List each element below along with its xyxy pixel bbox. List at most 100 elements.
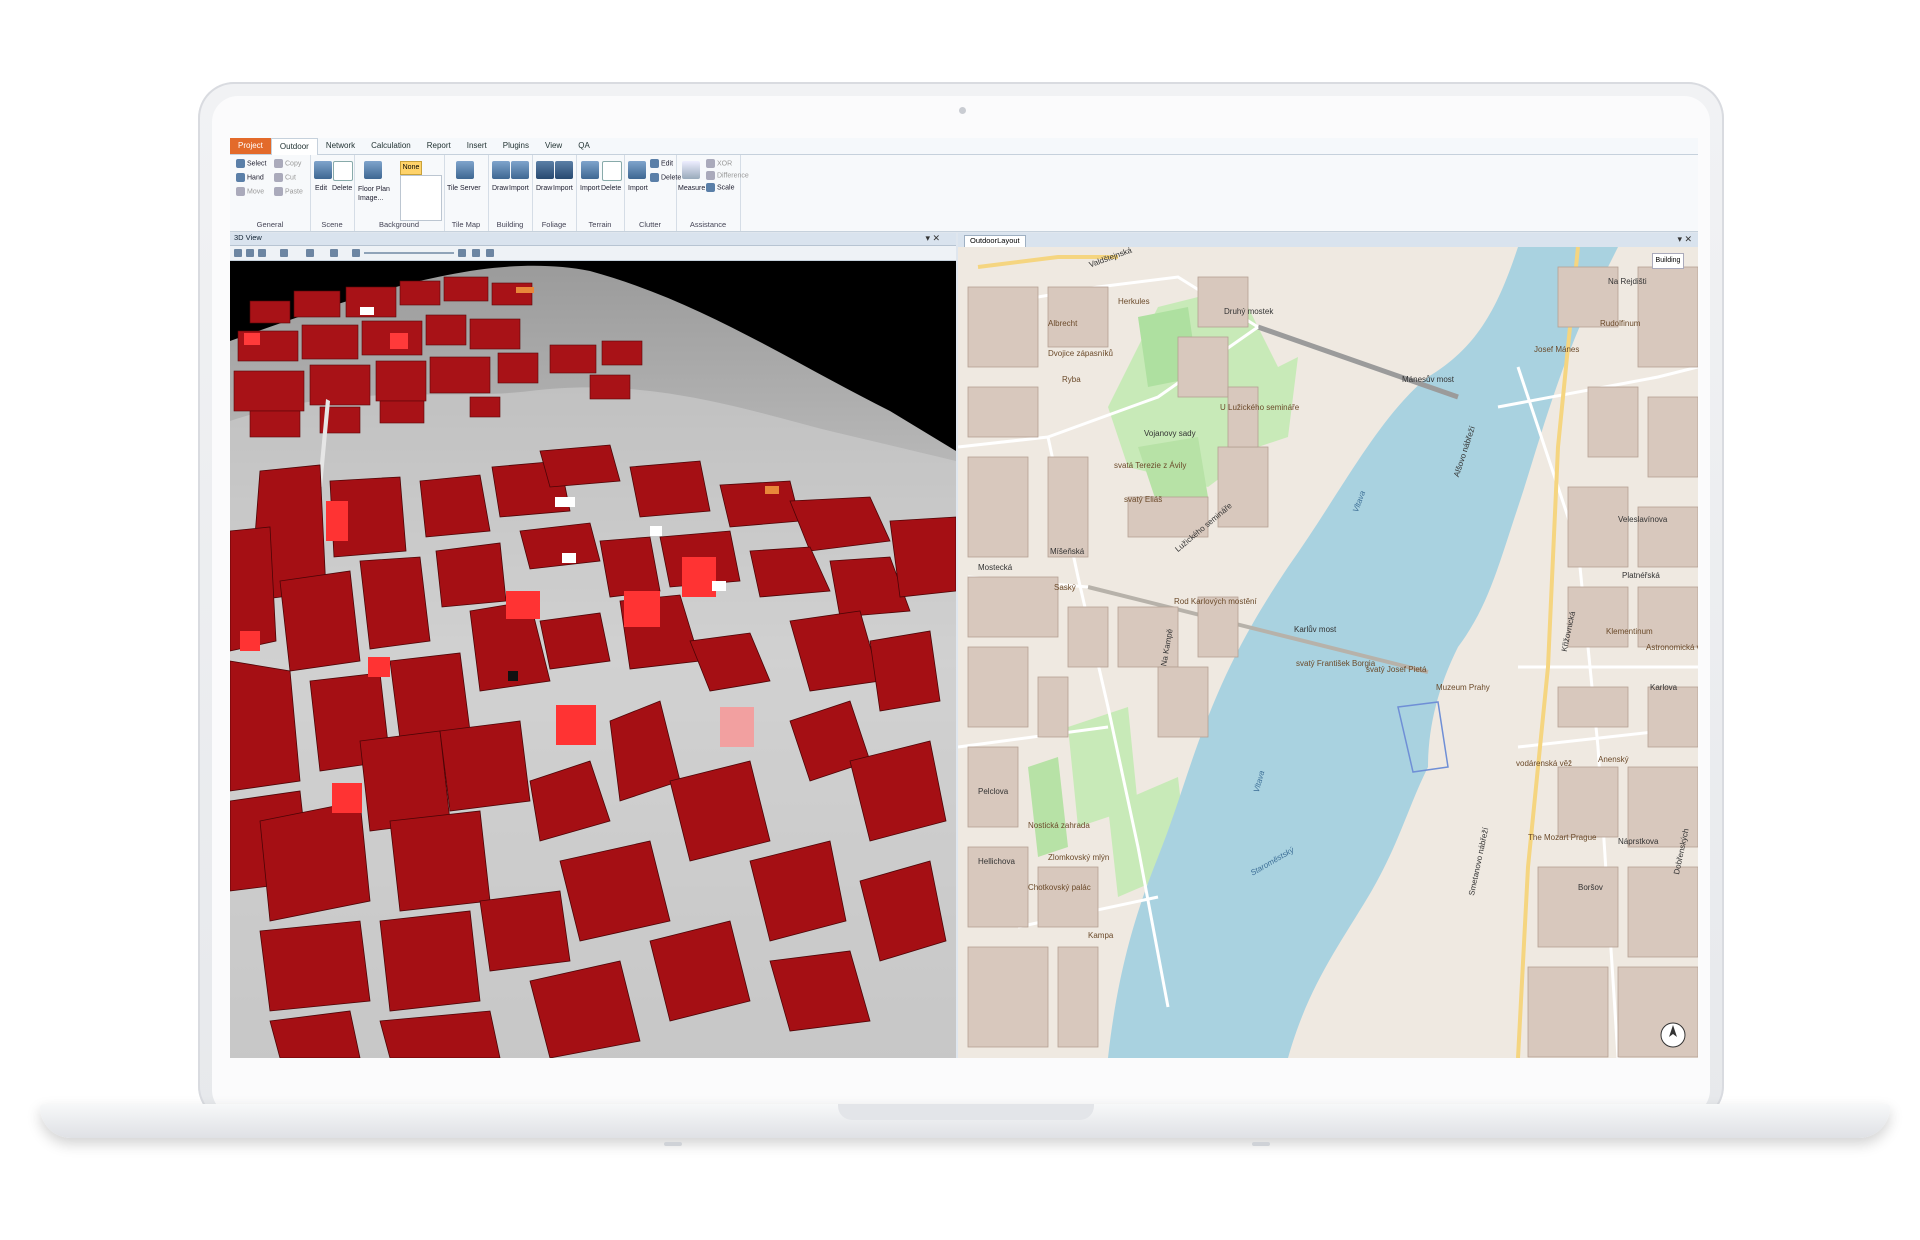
move-button[interactable]: Move	[236, 187, 264, 196]
terrain-delete-icon[interactable]	[602, 161, 622, 181]
map-label: Pelclova	[978, 787, 1009, 796]
window-icon[interactable]	[486, 249, 494, 257]
measure-icon[interactable]	[682, 161, 700, 179]
map-label: svatý Eliáš	[1124, 495, 1163, 504]
cut-icon	[274, 173, 283, 182]
tab-insert[interactable]: Insert	[459, 138, 495, 154]
highlight-building	[244, 333, 260, 345]
tab-calculation[interactable]: Calculation	[363, 138, 419, 154]
osm-map-render	[958, 247, 1698, 1058]
tab-report[interactable]: Report	[419, 138, 459, 154]
map-label: Na Rejdišti	[1608, 277, 1647, 286]
building-toggle-button[interactable]: Building	[1652, 253, 1684, 269]
map-label: Platnéřská	[1622, 571, 1660, 580]
clutter-import-label: Import	[628, 185, 648, 192]
map-label: Kampa	[1088, 931, 1114, 940]
group-general: Select Hand Move Copy Cut Paste General	[230, 155, 311, 231]
tab-project[interactable]: Project	[230, 138, 271, 154]
copy-button[interactable]: Copy	[274, 159, 301, 168]
map-label: Mostecká	[978, 563, 1013, 572]
layer-icon[interactable]	[258, 249, 266, 257]
foliage-import-label: Import	[553, 185, 573, 192]
group-scene: Edit Delete Scene	[310, 155, 355, 231]
map-label: Chotkovský palác	[1028, 883, 1091, 892]
view3d-canvas[interactable]	[230, 261, 956, 1058]
map-label: Mánesův most	[1402, 375, 1455, 384]
terrain-import-label: Import	[580, 185, 600, 192]
zoom-slider[interactable]	[364, 252, 454, 254]
selected-building	[720, 707, 754, 747]
tile-server-icon[interactable]	[456, 161, 474, 179]
select-button[interactable]: Select	[236, 159, 266, 168]
map-label: svatý František Borgia	[1296, 659, 1376, 668]
group-clutter: Import Edit Delete Clutter	[624, 155, 681, 231]
map-label: Boršov	[1578, 883, 1603, 892]
group-background: Floor Plan Image... None Background	[354, 155, 445, 231]
close-icon[interactable]: ▾ ✕	[1677, 234, 1692, 245]
building-import-icon[interactable]	[511, 161, 529, 179]
map-label: Hellichova	[978, 857, 1015, 866]
background-none-option[interactable]: None	[400, 161, 422, 175]
tab-network[interactable]: Network	[318, 138, 363, 154]
terrain-delete-label: Delete	[601, 185, 622, 192]
group-label: Background	[378, 220, 420, 229]
tab-outdoor[interactable]: Outdoor	[270, 138, 318, 155]
map-label: U Lužického semináře	[1220, 403, 1300, 412]
scale-button[interactable]: Scale	[706, 183, 735, 192]
tab-plugins[interactable]: Plugins	[495, 138, 537, 154]
laptop-foot	[1252, 1142, 1270, 1146]
difference-button[interactable]: Difference	[706, 171, 749, 180]
highlight-building	[516, 287, 534, 293]
edit-icon	[650, 159, 659, 168]
delete-icon[interactable]	[333, 161, 353, 181]
building-draw-icon[interactable]	[492, 161, 510, 179]
edit-icon[interactable]	[314, 161, 332, 179]
floor-plan-icon[interactable]	[364, 161, 382, 179]
floor-plan-button[interactable]: Floor Plan Image...	[358, 185, 396, 203]
scale-icon	[706, 183, 715, 192]
zoom-out-icon[interactable]	[352, 249, 360, 257]
terrain-import-icon[interactable]	[581, 161, 599, 179]
paste-button[interactable]: Paste	[274, 187, 303, 196]
camera-view-icon[interactable]	[280, 249, 288, 257]
map-label: Muzeum Prahy	[1436, 683, 1490, 692]
ribbon: Select Hand Move Copy Cut Paste General …	[230, 155, 1698, 232]
grid-icon[interactable]	[330, 249, 338, 257]
view-icon[interactable]	[234, 249, 242, 257]
group-label: Terrain	[588, 220, 612, 229]
clutter-edit-button[interactable]: Edit	[650, 159, 673, 168]
tree-draw-icon[interactable]	[536, 161, 554, 179]
fullscreen-icon[interactable]	[472, 249, 480, 257]
group-label: Tile Map	[451, 220, 481, 229]
map-label: Druhý mostek	[1224, 307, 1274, 316]
map-label: vodárenská věž	[1516, 759, 1573, 768]
hand-button[interactable]: Hand	[236, 173, 264, 182]
xor-button[interactable]: XOR	[706, 159, 732, 168]
cut-button[interactable]: Cut	[274, 173, 296, 182]
building-draw-label: Draw	[492, 185, 509, 192]
group-foliage: Draw Import Foliage	[532, 155, 577, 231]
zoom-extent-icon[interactable]	[246, 249, 254, 257]
map-label: Rod Karlových mostění	[1174, 597, 1257, 606]
pin-icon[interactable]: ▾ ✕	[925, 233, 940, 244]
tree-import-icon[interactable]	[555, 161, 573, 179]
map-label: Zlomkovský mlýn	[1048, 853, 1110, 862]
map-label: Karlův most	[1294, 625, 1337, 634]
map-label: Anenský	[1598, 755, 1629, 764]
group-label: Scene	[321, 220, 343, 229]
hand-icon	[236, 173, 245, 182]
zoom-in-icon[interactable]	[458, 249, 466, 257]
tile-server-button[interactable]: Tile Server	[447, 185, 481, 192]
building-import-label: Import	[509, 185, 529, 192]
laptop-foot	[664, 1142, 682, 1146]
sun-icon[interactable]	[306, 249, 314, 257]
map-label: Karlova	[1650, 683, 1678, 692]
tab-view[interactable]: View	[537, 138, 570, 154]
map-label: Herkules	[1118, 297, 1150, 306]
tab-qa[interactable]: QA	[570, 138, 598, 154]
measure-label: Measure	[678, 185, 706, 192]
map-label: Náprstkova	[1618, 837, 1659, 846]
street-map[interactable]: Building Valdštejnská Albrecht Herkules …	[958, 247, 1698, 1058]
clutter-import-icon[interactable]	[628, 161, 646, 179]
background-list[interactable]	[400, 175, 442, 221]
